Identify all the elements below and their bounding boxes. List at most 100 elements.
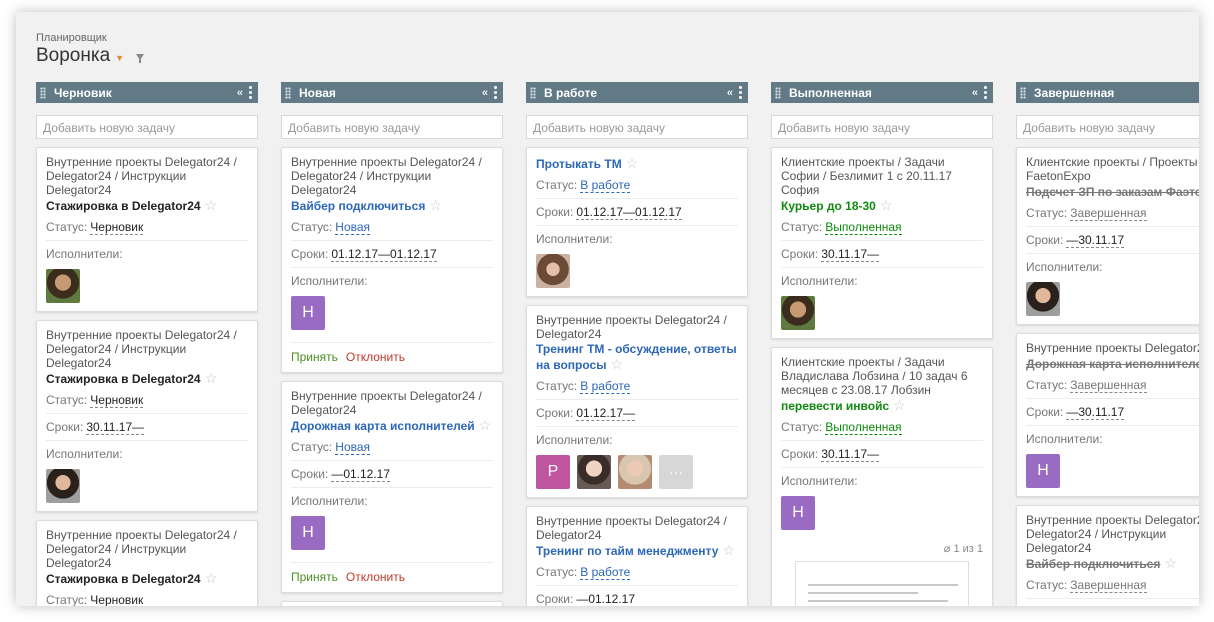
task-title[interactable]: Стажировка в Delegator24 xyxy=(46,372,201,386)
task-title[interactable]: Курьер до 18-30 xyxy=(781,199,876,213)
avatar-initial[interactable]: Н xyxy=(291,516,325,550)
avatar-photo[interactable] xyxy=(46,469,80,503)
task-card[interactable]: Внутренние проекты Delegator24 / Delegat… xyxy=(36,147,258,312)
more-menu-icon[interactable] xyxy=(984,86,987,99)
star-icon[interactable]: ☆ xyxy=(626,155,639,171)
drag-handle-icon[interactable] xyxy=(530,86,536,99)
drag-handle-icon[interactable] xyxy=(775,86,781,99)
task-path[interactable]: Внутренние проекты Delegator24 / Delegat… xyxy=(536,313,738,341)
document-thumbnail[interactable] xyxy=(795,561,969,606)
dates-value[interactable]: 30.11.17— xyxy=(86,420,145,435)
task-path[interactable]: Внутренние проекты Delegator24 / Delegat… xyxy=(291,155,493,197)
star-icon[interactable]: ☆ xyxy=(880,197,893,213)
funnel-selector[interactable]: Воронка ▼ xyxy=(36,45,145,67)
avatar-photo[interactable] xyxy=(46,269,80,303)
drag-handle-icon[interactable] xyxy=(1020,86,1026,99)
avatar-initial[interactable]: Н xyxy=(1026,454,1060,488)
drag-handle-icon[interactable] xyxy=(40,86,46,99)
paperclip-icon[interactable]: ⌀ xyxy=(944,543,954,555)
add-task-input[interactable]: Добавить новую задачу xyxy=(771,115,993,139)
add-task-input[interactable]: Добавить новую задачу xyxy=(281,115,503,139)
task-card[interactable]: Клиентские проекты / Проекты FaetonExpo П… xyxy=(1016,147,1199,325)
task-title[interactable]: Подсчет ЗП по заказам Фаэтон xyxy=(1026,185,1199,199)
more-menu-icon[interactable] xyxy=(494,86,497,99)
dates-value[interactable]: 30.11.17— xyxy=(821,247,880,262)
status-value[interactable]: Завершенная xyxy=(1070,206,1147,221)
status-value[interactable]: Завершенная xyxy=(1070,578,1147,593)
task-title[interactable]: Стажировка в Delegator24 xyxy=(46,199,201,213)
dates-value[interactable]: —30.11.17 xyxy=(1066,233,1125,248)
task-card[interactable]: Внутренние проекты Delegator24 / Delegat… xyxy=(281,147,503,373)
task-path[interactable]: Внутренние проекты Delegator24 / Delegat… xyxy=(46,528,248,570)
star-icon[interactable]: ☆ xyxy=(610,356,623,372)
task-path[interactable]: Внутренние проекты Delegator24 / Delegat… xyxy=(1026,513,1199,555)
dates-value[interactable]: —01.12.17 xyxy=(331,467,391,482)
star-icon[interactable]: ☆ xyxy=(205,370,218,386)
dates-value[interactable]: 01.12.17—01.12.17 xyxy=(576,205,682,220)
task-title[interactable]: Вайбер подключиться xyxy=(291,199,425,213)
task-path[interactable]: Внутренние проекты Delegator24 / Delegat… xyxy=(46,328,248,370)
add-task-input[interactable]: Добавить новую задачу xyxy=(36,115,258,139)
collapse-icon[interactable]: « xyxy=(727,87,733,99)
star-icon[interactable]: ☆ xyxy=(205,570,218,586)
star-icon[interactable]: ☆ xyxy=(429,197,442,213)
star-icon[interactable]: ☆ xyxy=(479,417,492,433)
status-value[interactable]: Выполненная xyxy=(825,220,902,235)
column-header[interactable]: Завершенная« xyxy=(1016,82,1199,103)
filter-icon[interactable] xyxy=(136,54,145,63)
status-value[interactable]: Выполненная xyxy=(825,420,902,435)
column-header[interactable]: Выполненная « xyxy=(771,82,993,103)
add-task-input[interactable]: Добавить новую задачу xyxy=(526,115,748,139)
accept-button[interactable]: Принять xyxy=(291,570,338,584)
page-title[interactable]: Воронка xyxy=(36,45,110,67)
star-icon[interactable]: ☆ xyxy=(722,542,735,558)
accept-button[interactable]: Принять xyxy=(291,350,338,364)
task-path[interactable]: Клиентские проекты / Задачи Владислава Л… xyxy=(781,355,983,397)
status-value[interactable]: Черновик xyxy=(90,593,144,606)
decline-button[interactable]: Отклонить xyxy=(346,350,405,364)
avatar-initial[interactable]: Н xyxy=(291,296,325,330)
more-menu-icon[interactable] xyxy=(249,86,252,99)
task-card[interactable]: Внутренние проекты Delegator24 Дорожная к… xyxy=(1016,333,1199,497)
dates-value[interactable]: —01.12.17 xyxy=(576,592,636,606)
task-card[interactable]: Протыкать ТМ ☆ Статус: В работе Сроки: 01.12.… xyxy=(526,147,748,297)
collapse-icon[interactable]: « xyxy=(482,87,488,99)
add-task-input[interactable]: Добавить новую задачу xyxy=(1016,115,1199,139)
task-path[interactable]: Внутренние проекты Delegator24 xyxy=(1026,341,1199,355)
task-card[interactable]: Внутренние проекты Delegator24 / Delegat… xyxy=(526,305,748,498)
avatar-photo[interactable] xyxy=(1026,282,1060,316)
column-header[interactable]: В работе « xyxy=(526,82,748,103)
avatar-photo[interactable] xyxy=(781,296,815,330)
avatar-initial[interactable]: Н xyxy=(781,496,815,530)
decline-button[interactable]: Отклонить xyxy=(346,570,405,584)
status-value[interactable]: В работе xyxy=(580,379,631,394)
status-value[interactable]: Новая xyxy=(335,440,371,455)
task-title[interactable]: Стажировка в Delegator24 xyxy=(46,572,201,586)
task-title[interactable]: Тренинг ТМ - обсуждение, ответы на вопро… xyxy=(536,342,737,372)
task-card[interactable]: Внутренние проекты Delegator24 / Работа … xyxy=(281,601,503,606)
task-card[interactable]: Внутренние проекты Delegator24 / Delegat… xyxy=(526,506,748,606)
dates-value[interactable]: 01.12.17— xyxy=(576,406,636,421)
avatar-photo[interactable] xyxy=(618,455,652,489)
task-path[interactable]: Клиентские проекты / Проекты FaetonExpo xyxy=(1026,155,1199,183)
status-value[interactable]: Черновик xyxy=(90,220,144,235)
star-icon[interactable]: ☆ xyxy=(1164,555,1177,571)
task-title[interactable]: Протыкать ТМ xyxy=(536,157,622,171)
collapse-icon[interactable]: « xyxy=(972,87,978,99)
collapse-icon[interactable]: « xyxy=(237,87,243,99)
task-path[interactable]: Клиентские проекты / Задачи Софии / Безл… xyxy=(781,155,983,197)
avatar-initial[interactable]: P xyxy=(536,455,570,489)
task-card[interactable]: Клиентские проекты / Задачи Софии / Безл… xyxy=(771,147,993,339)
status-value[interactable]: В работе xyxy=(580,178,631,193)
task-title[interactable]: Дорожная карта исполнителей xyxy=(291,419,475,433)
star-icon[interactable]: ☆ xyxy=(893,397,906,413)
task-card[interactable]: Внутренние проекты Delegator24 / Delegat… xyxy=(281,381,503,593)
task-title[interactable]: перевести инвойс xyxy=(781,399,889,413)
column-header[interactable]: Черновик « xyxy=(36,82,258,103)
column-header[interactable]: Новая « xyxy=(281,82,503,103)
status-value[interactable]: Завершенная xyxy=(1070,378,1147,393)
task-title[interactable]: Дорожная карта исполнителей xyxy=(1026,357,1199,371)
task-title[interactable]: Вайбер подключиться xyxy=(1026,557,1160,571)
status-value[interactable]: Черновик xyxy=(90,393,144,408)
dates-value[interactable]: 30.11.17— xyxy=(821,447,880,462)
